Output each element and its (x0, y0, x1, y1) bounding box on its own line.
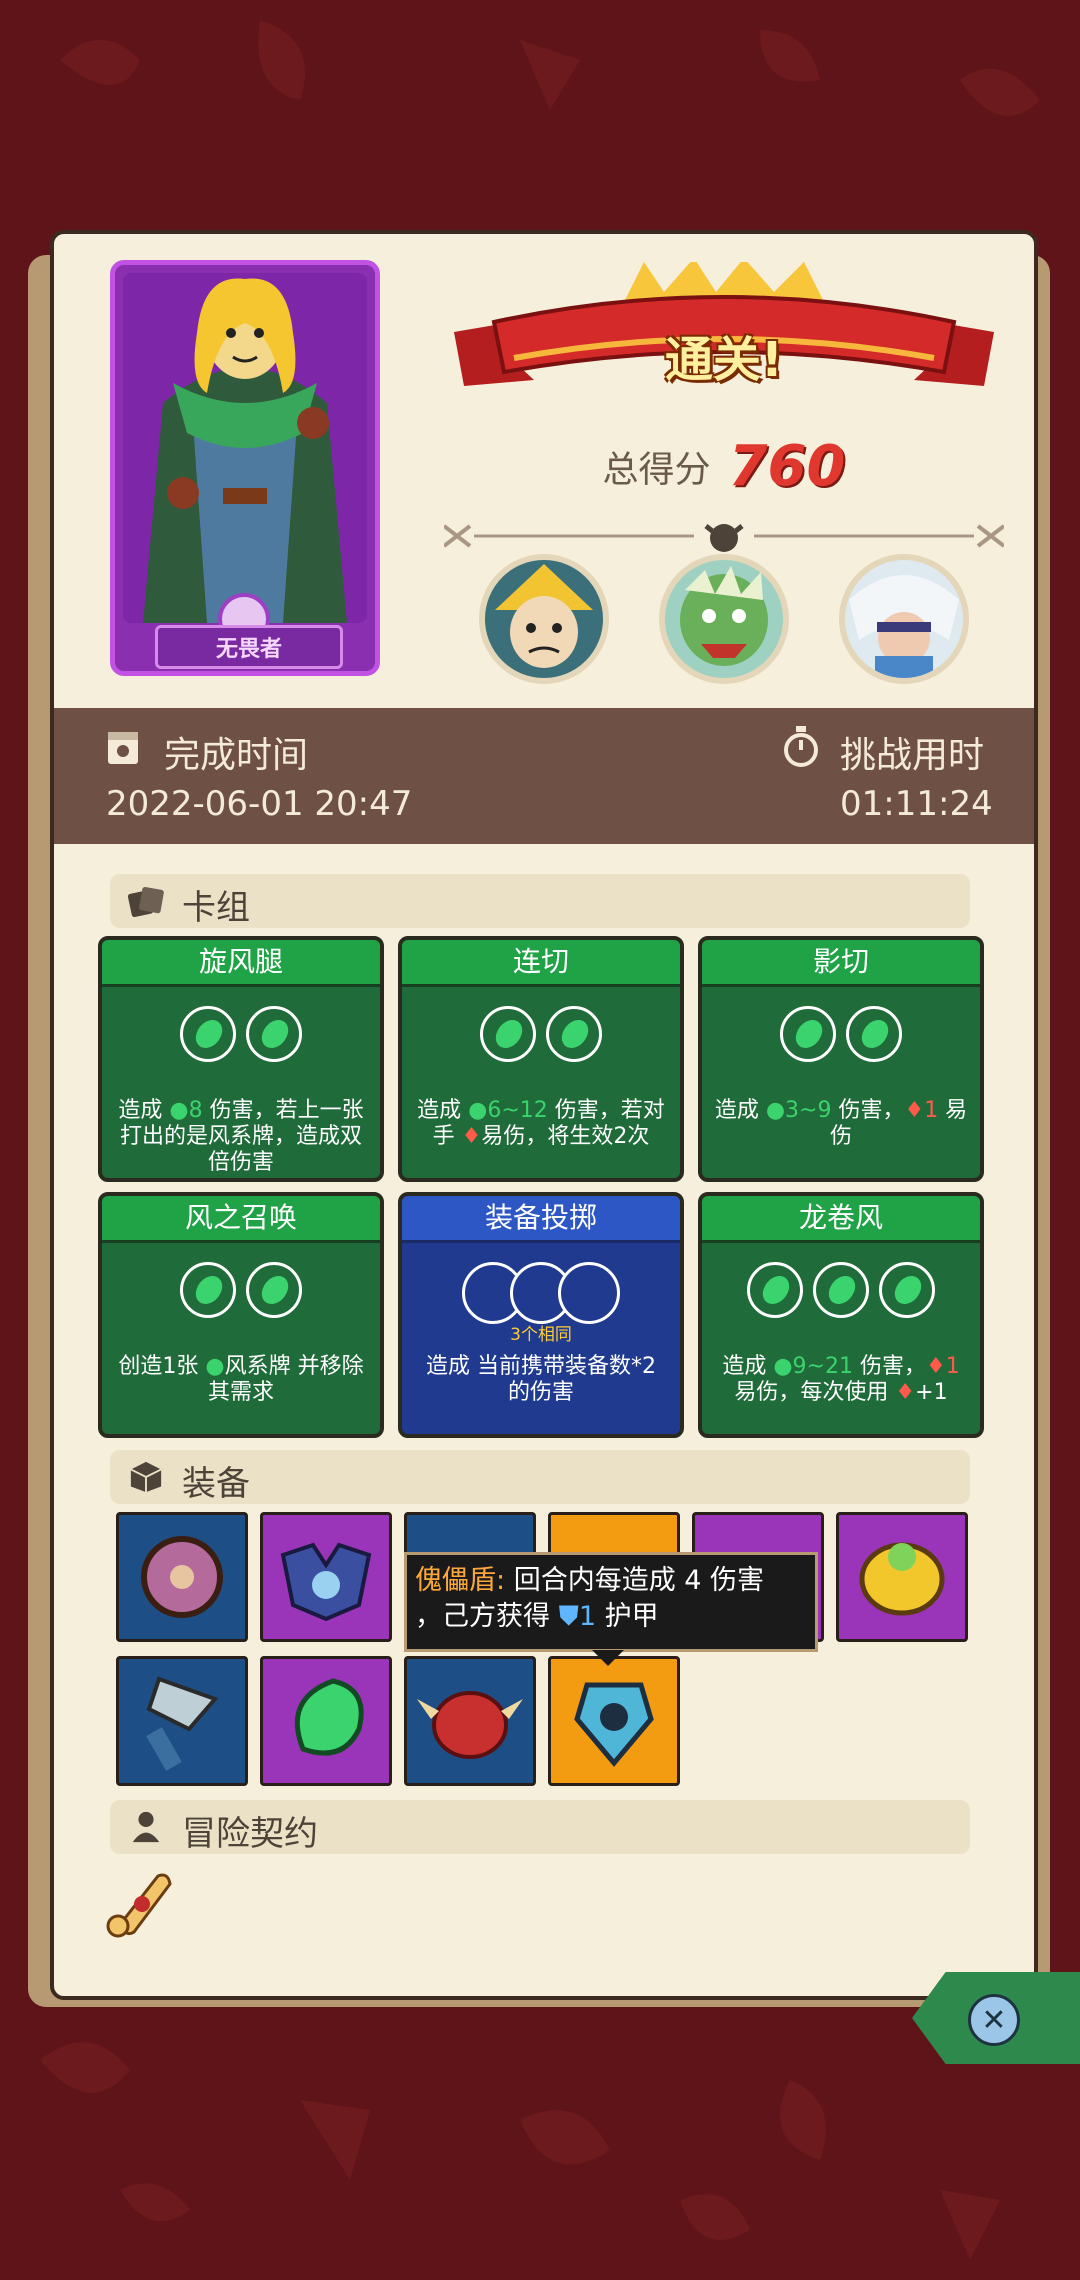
card-wind-summon[interactable]: 风之召唤 创造1张 ●风系牌 并移除其需求 (98, 1192, 384, 1438)
boss-portrait-3 (839, 554, 969, 684)
vulnerable-icon: ♦ (895, 1380, 916, 1405)
score-label: 总得分 (602, 449, 711, 491)
boss-divider (444, 524, 1004, 552)
hero-portrait (123, 273, 367, 623)
vulnerable-icon: ♦ (904, 1098, 925, 1123)
card-tornado[interactable]: 龙卷风 造成 ●9~21 伤害，♦1 易伤，每次使用 ♦+1 (698, 1192, 984, 1438)
cleaver-icon (146, 1676, 219, 1771)
card-cost (702, 1006, 980, 1076)
wind-cost-icon (180, 1006, 236, 1062)
round-shield-icon (141, 1536, 223, 1618)
boss-portrait-2 (659, 554, 789, 684)
card-description: 造成 ●8 伤害，若上一张打出的是风系牌，造成双倍伤害 (118, 1098, 364, 1175)
duration-value: 01:11:24 (840, 784, 993, 824)
equipment-section-header: 装备 (110, 1450, 970, 1504)
card-name: 龙卷风 (702, 1196, 980, 1243)
wind-cost-icon (480, 1006, 536, 1062)
wind-cost-icon (246, 1262, 302, 1318)
puppet-shield-icon (574, 1682, 654, 1767)
bat-emblem-icon (280, 1542, 372, 1622)
vulnerable-icon: ♦ (461, 1124, 482, 1149)
card-description: 造成 当前携带装备数*2 的伤害 (426, 1354, 656, 1405)
card-name: 旋风腿 (102, 940, 380, 987)
wind-cost-icon (780, 1006, 836, 1062)
equipment-round-shield[interactable] (116, 1512, 248, 1642)
wind-cost-icon (813, 1262, 869, 1318)
result-panel: 无畏者 通关! 总得分 760 完成时间 2022-06-01 20:47 挑战… (50, 230, 1038, 2000)
person-icon (132, 1811, 160, 1843)
card-whirlwind-kick[interactable]: 旋风腿 造成 ●8 伤害，若上一张打出的是风系牌，造成双倍伤害 (98, 936, 384, 1182)
hero-title: 无畏者 (155, 625, 343, 669)
wind-cost-icon (180, 1262, 236, 1318)
card-name: 风之召唤 (102, 1196, 380, 1243)
card-equipment-throw[interactable]: 装备投掷 3个相同 造成 当前携带装备数*2 的伤害 (398, 1192, 684, 1438)
card-name: 装备投掷 (402, 1196, 680, 1243)
tooltip-line-2: ，己方获得 ⛊1 护甲 (415, 1601, 659, 1632)
equipment-bat-emblem[interactable] (260, 1512, 392, 1642)
hero-card: 无畏者 (110, 260, 380, 676)
stopwatch-icon (784, 726, 818, 767)
card-description: 造成 ●9~21 伤害，♦1 易伤，每次使用 ♦+1 (722, 1354, 960, 1405)
deck-label: 卡组 (182, 888, 250, 928)
calendar-icon (108, 732, 138, 764)
equipment-label: 装备 (182, 1464, 250, 1504)
scroll-icon[interactable] (102, 1862, 178, 1942)
equipment-cleaver[interactable] (116, 1656, 248, 1786)
golden-ring-icon (859, 1542, 945, 1616)
equipment-horned-beast[interactable] (404, 1656, 536, 1786)
card-name: 影切 (702, 940, 980, 987)
wind-cost-icon (747, 1262, 803, 1318)
equipment-puppet-shield[interactable] (548, 1656, 680, 1786)
tooltip-arrow (592, 1650, 624, 1666)
equipment-golden-ring[interactable] (836, 1512, 968, 1642)
finish-time-label: 完成时间 (164, 735, 309, 776)
card-cost (102, 1006, 380, 1076)
contract-section-header: 冒险契约 (110, 1800, 970, 1854)
cost-note: 3个相同 (510, 1325, 572, 1345)
horned-beast-icon (417, 1691, 523, 1759)
vulnerable-icon: ♦ (925, 1354, 946, 1379)
equipment-wind-gem[interactable] (260, 1656, 392, 1786)
duration-label: 挑战用时 (840, 735, 985, 776)
wind-cost-icon (846, 1006, 902, 1062)
wind-cost-icon (246, 1006, 302, 1062)
card-combo-slash[interactable]: 连切 造成 ●6~12 伤害，若对手 ♦易伤，将生效2次 (398, 936, 684, 1182)
box-icon (130, 1461, 162, 1493)
card-cost (702, 1262, 980, 1332)
contract-label: 冒险契约 (182, 1814, 318, 1854)
card-shadow-slash[interactable]: 影切 造成 ●3~9 伤害，♦1 易伤 (698, 936, 984, 1182)
finish-time-value: 2022-06-01 20:47 (106, 784, 413, 824)
total-score: 总得分 760 (454, 434, 994, 499)
card-description: 造成 ●3~9 伤害，♦1 易伤 (714, 1098, 968, 1149)
wind-cost-icon (546, 1006, 602, 1062)
time-bar: 完成时间 2022-06-01 20:47 挑战用时 01:11:24 (54, 708, 1034, 844)
equipment-tooltip: 傀儡盾: 回合内每造成 4 伤害 ，己方获得 ⛊1 护甲 (404, 1552, 818, 1652)
card-name: 连切 (402, 940, 680, 987)
tooltip-title: 傀儡盾: (415, 1565, 506, 1596)
any-cost-icon (558, 1262, 620, 1324)
boss-portrait-1 (479, 554, 609, 684)
cards-icon (127, 886, 164, 918)
card-description: 造成 ●6~12 伤害，若对手 ♦易伤，将生效2次 (417, 1098, 665, 1149)
deck-section-header: 卡组 (110, 874, 970, 928)
victory-text: 通关! (665, 332, 783, 388)
close-icon[interactable]: ✕ (968, 1994, 1020, 2046)
tooltip-line-1: 傀儡盾: 回合内每造成 4 伤害 (415, 1565, 765, 1596)
wind-gem-icon (294, 1678, 364, 1756)
score-value: 760 (728, 434, 846, 499)
card-description: 创造1张 ●风系牌 并移除其需求 (118, 1354, 364, 1405)
wind-cost-icon (879, 1262, 935, 1318)
card-cost (402, 1006, 680, 1076)
armor-icon: ⛊ (558, 1601, 579, 1632)
card-cost (102, 1262, 380, 1332)
